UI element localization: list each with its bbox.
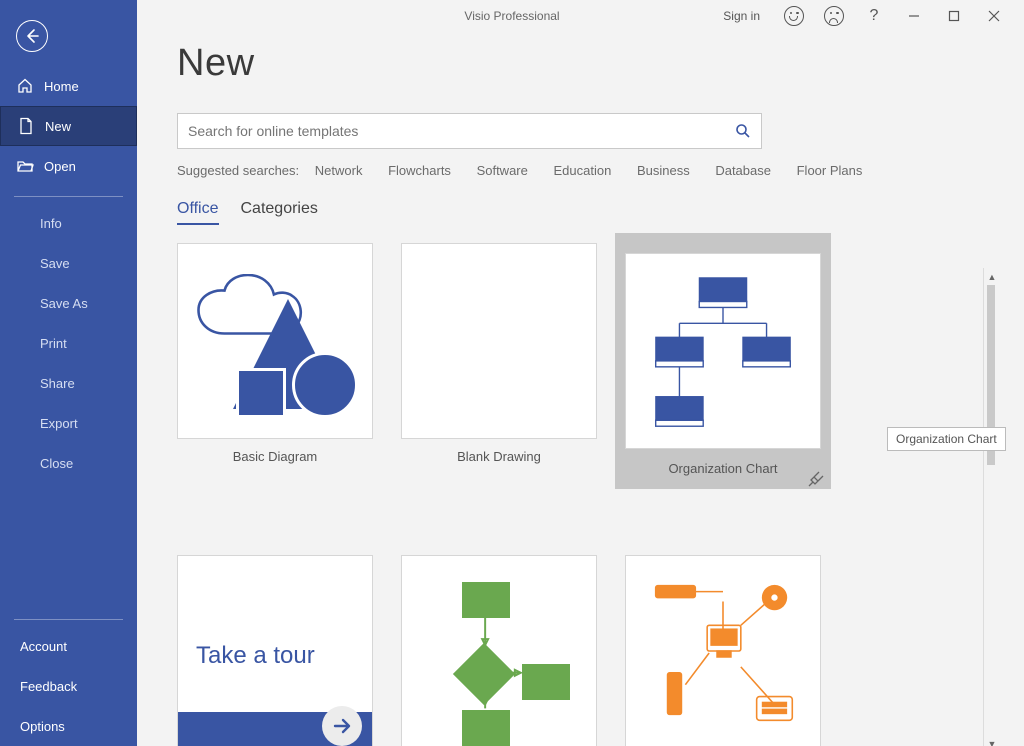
sidebar-bottom-divider [14,619,123,620]
suggested-database[interactable]: Database [715,163,771,178]
menu-info[interactable]: Info [0,203,137,243]
template-source-tabs: Office Categories [177,200,1024,225]
nav-home[interactable]: Home [0,66,137,106]
menu-save[interactable]: Save [0,243,137,283]
menu-save-as[interactable]: Save As [0,283,137,323]
template-organization-chart[interactable]: Organization Chart [625,243,821,489]
org-chart-icon [626,254,820,448]
smile-icon [784,6,804,26]
nav-new[interactable]: New [0,106,137,146]
template-search-input[interactable] [188,123,735,139]
frown-icon [824,6,844,26]
menu-close[interactable]: Close [0,443,137,483]
template-thumb [625,253,821,449]
feedback-frown-button[interactable] [814,2,854,30]
feedback-smile-button[interactable] [774,2,814,30]
circle-icon [292,352,358,418]
tab-office[interactable]: Office [177,200,219,225]
template-basic-network[interactable] [625,555,821,746]
tour-label: Take a tour [178,556,372,670]
search-icon[interactable] [735,123,751,139]
square-icon [236,368,286,418]
close-window-button[interactable] [974,2,1014,30]
template-thumb: Take a tour [177,555,373,746]
template-tooltip: Organization Chart [887,427,1006,451]
template-search[interactable] [177,113,762,149]
nav-open-label: Open [44,159,76,174]
menu-options[interactable]: Options [0,706,137,746]
suggested-software[interactable]: Software [477,163,528,178]
close-icon [988,10,1000,22]
scroll-up-button[interactable]: ▲ [984,268,1000,285]
template-thumb [401,555,597,746]
pin-icon[interactable] [807,469,825,487]
template-thumb [401,243,597,439]
suggested-network[interactable]: Network [315,163,363,178]
menu-export[interactable]: Export [0,403,137,443]
template-basic-flowchart[interactable] [401,555,597,746]
minimize-icon [908,10,920,22]
maximize-icon [948,10,960,22]
sign-in-link[interactable]: Sign in [723,9,760,23]
menu-account[interactable]: Account [0,626,137,666]
app-title: Visio Professional [464,9,559,23]
menu-share[interactable]: Share [0,363,137,403]
template-take-a-tour[interactable]: Take a tour [177,555,373,746]
open-folder-icon [16,157,34,175]
menu-print[interactable]: Print [0,323,137,363]
template-thumb [625,555,821,746]
help-icon: ? [870,7,879,25]
suggested-flowcharts[interactable]: Flowcharts [388,163,451,178]
page-title: New [177,42,1024,85]
template-thumb [177,243,373,439]
menu-feedback[interactable]: Feedback [0,666,137,706]
template-scrollbar[interactable]: ▲ ▼ [983,268,1000,746]
scroll-down-button[interactable]: ▼ [984,735,1000,746]
template-basic-diagram[interactable]: Basic Diagram [177,243,373,489]
maximize-button[interactable] [934,2,974,30]
template-caption: Organization Chart [668,461,777,476]
arrow-right-icon [322,706,362,746]
template-caption: Blank Drawing [401,449,597,464]
suggested-floorplans[interactable]: Floor Plans [797,163,863,178]
back-button[interactable] [16,20,48,52]
titlebar: Visio Professional Sign in ? [137,0,1024,32]
help-button[interactable]: ? [854,2,894,30]
suggested-searches: Suggested searches: Network Flowcharts S… [177,163,1024,178]
suggested-label: Suggested searches: [177,163,299,178]
nav-open[interactable]: Open [0,146,137,186]
home-icon [16,77,34,95]
minimize-button[interactable] [894,2,934,30]
template-blank-drawing[interactable]: Blank Drawing [401,243,597,489]
suggested-business[interactable]: Business [637,163,690,178]
nav-new-label: New [45,119,71,134]
back-arrow-icon [24,28,40,44]
template-caption: Basic Diagram [177,449,373,464]
new-doc-icon [17,117,35,135]
sidebar-divider [14,196,123,197]
nav-home-label: Home [44,79,79,94]
suggested-education[interactable]: Education [554,163,612,178]
tab-categories[interactable]: Categories [241,200,318,225]
backstage-sidebar: Home New Open Info Save Save As Print Sh… [0,0,137,746]
network-icon [626,556,820,746]
scroll-track[interactable] [984,285,1000,735]
